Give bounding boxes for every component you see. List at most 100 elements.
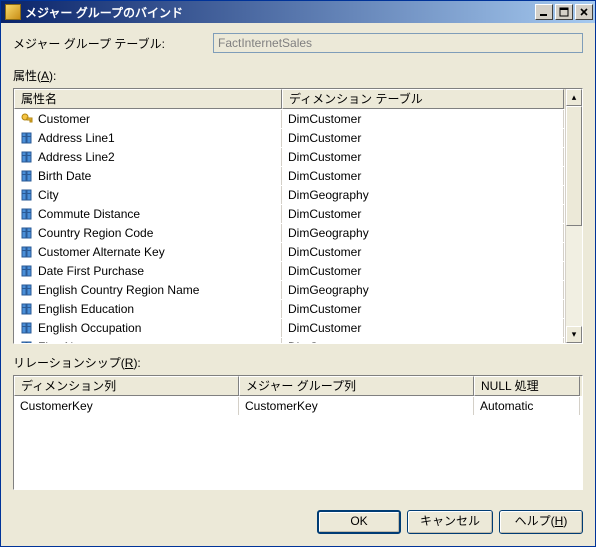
attribute-icon (20, 321, 34, 335)
attribute-icon (20, 283, 34, 297)
attribute-name-cell[interactable]: Address Line2 (14, 148, 282, 166)
attributes-grid-header: 属性名 ディメンション テーブル (14, 89, 582, 109)
minimize-button[interactable] (535, 4, 553, 20)
dimension-table-cell[interactable]: DimCustomer (282, 205, 564, 223)
table-row[interactable]: City DimGeography (14, 185, 582, 204)
attribute-name: Date First Purchase (38, 264, 144, 278)
table-row[interactable]: Address Line1 DimCustomer (14, 128, 582, 147)
app-icon (5, 4, 21, 20)
attribute-name: Birth Date (38, 169, 91, 183)
attribute-name: Address Line1 (38, 131, 115, 145)
attribute-name: Country Region Code (38, 226, 153, 240)
dimension-table-cell[interactable]: DimCustomer (282, 110, 564, 128)
table-row[interactable]: English Occupation DimCustomer (14, 318, 582, 337)
measure-group-column-cell[interactable]: CustomerKey (239, 397, 474, 415)
attribute-name-cell[interactable]: City (14, 186, 282, 204)
relationship-col-nullproc[interactable]: NULL 処理 (474, 376, 580, 396)
attribute-name-cell[interactable]: Customer Alternate Key (14, 243, 282, 261)
close-button[interactable] (575, 4, 593, 20)
attribute-name: English Country Region Name (38, 283, 199, 297)
attribute-name-cell[interactable]: English Occupation (14, 319, 282, 337)
relationship-grid-header: ディメンション列 メジャー グループ列 NULL 処理 (14, 376, 582, 396)
table-row[interactable]: English EducationDimCustomer (14, 299, 582, 318)
table-row[interactable]: Address Line2 DimCustomer (14, 147, 582, 166)
dimension-table-cell[interactable]: DimGeography (282, 186, 564, 204)
null-processing-cell[interactable]: Automatic (474, 397, 580, 415)
relationship-col-mgcol[interactable]: メジャー グループ列 (239, 376, 474, 396)
attribute-name-cell[interactable]: Date First Purchase (14, 262, 282, 280)
attribute-icon (20, 245, 34, 259)
attribute-icon (20, 264, 34, 278)
maximize-button[interactable] (555, 4, 573, 20)
measure-group-table-row: メジャー グループ テーブル: FactInternetSales (13, 33, 583, 53)
table-row[interactable]: Country Region Code DimGeography (14, 223, 582, 242)
dialog-button-row: OK キャンセル ヘルプ(H) (1, 500, 595, 546)
attributes-grid[interactable]: 属性名 ディメンション テーブル CustomerDimCustomerAddr… (13, 88, 583, 344)
attribute-name-cell[interactable]: Country Region Code (14, 224, 282, 242)
dimension-table-cell[interactable]: DimGeography (282, 281, 564, 299)
attribute-icon (20, 226, 34, 240)
attribute-icon (20, 150, 34, 164)
attribute-name-cell[interactable]: English Education (14, 300, 282, 318)
dimension-table-cell[interactable]: DimGeography (282, 224, 564, 242)
attributes-col-dimtable[interactable]: ディメンション テーブル (282, 89, 564, 109)
table-row[interactable]: Commute Distance DimCustomer (14, 204, 582, 223)
attribute-icon (20, 188, 34, 202)
key-attribute-icon (20, 112, 34, 126)
attribute-icon (20, 169, 34, 183)
attribute-icon (20, 302, 34, 316)
table-row[interactable]: Birth Date DimCustomer (14, 166, 582, 185)
attribute-icon (20, 340, 34, 344)
attribute-name: Commute Distance (38, 207, 140, 221)
help-button[interactable]: ヘルプ(H) (499, 510, 583, 534)
dimension-table-cell[interactable]: DimCustomer (282, 262, 564, 280)
dimension-table-cell[interactable]: DimCustomer (282, 338, 564, 344)
attribute-name: Address Line2 (38, 150, 115, 164)
relationship-grid-body[interactable]: CustomerKeyCustomerKeyAutomatic (14, 396, 582, 489)
table-row[interactable]: Customer DimCustomer (14, 109, 582, 128)
attribute-name: First Name (38, 340, 97, 344)
attribute-name-cell[interactable]: Commute Distance (14, 205, 282, 223)
table-row[interactable]: Customer Alternate Key DimCustomer (14, 242, 582, 261)
window-title: メジャー グループのバインド (25, 4, 535, 21)
attribute-name: Customer Alternate Key (38, 245, 165, 259)
dimension-table-cell[interactable]: DimCustomer (282, 129, 564, 147)
ok-button[interactable]: OK (317, 510, 401, 534)
table-row[interactable]: CustomerKeyCustomerKeyAutomatic (14, 396, 582, 415)
attribute-name: Customer (38, 112, 90, 126)
scroll-thumb[interactable] (566, 106, 582, 226)
dimension-table-cell[interactable]: DimCustomer (282, 300, 564, 318)
attribute-icon (20, 207, 34, 221)
measure-group-table-field: FactInternetSales (213, 33, 583, 53)
dimension-column-cell[interactable]: CustomerKey (14, 397, 239, 415)
scroll-down-button[interactable]: ▾ (566, 326, 582, 343)
attribute-name-cell[interactable]: Customer (14, 110, 282, 128)
attributes-section-label: 属性(A): (13, 67, 583, 84)
attribute-name: English Occupation (38, 321, 141, 335)
titlebar[interactable]: メジャー グループのバインド (1, 1, 595, 23)
attribute-name-cell[interactable]: First Name (14, 338, 282, 344)
dialog-window: メジャー グループのバインド メジャー グループ テーブル: FactInter… (0, 0, 596, 547)
vertical-scrollbar[interactable]: ▴ ▾ (565, 89, 582, 343)
dimension-table-cell[interactable]: DimCustomer (282, 319, 564, 337)
dimension-table-cell[interactable]: DimCustomer (282, 243, 564, 261)
table-row[interactable]: Date First Purchase DimCustomer (14, 261, 582, 280)
attribute-name-cell[interactable]: Address Line1 (14, 129, 282, 147)
table-row[interactable]: First Name DimCustomer (14, 337, 582, 343)
table-row[interactable]: English Country Region Name DimGeography (14, 280, 582, 299)
attribute-name: City (38, 188, 59, 202)
relationship-grid[interactable]: ディメンション列 メジャー グループ列 NULL 処理 CustomerKeyC… (13, 375, 583, 490)
dimension-table-cell[interactable]: DimCustomer (282, 148, 564, 166)
cancel-button[interactable]: キャンセル (407, 510, 493, 534)
measure-group-table-label: メジャー グループ テーブル: (13, 35, 213, 52)
attribute-name-cell[interactable]: Birth Date (14, 167, 282, 185)
attribute-icon (20, 131, 34, 145)
relationship-section-label: リレーションシップ(R): (13, 354, 583, 371)
attributes-grid-body[interactable]: Customer DimCustomer Address Line1 DimCusto… (14, 109, 582, 343)
scroll-up-button[interactable]: ▴ (566, 89, 582, 106)
attribute-name-cell[interactable]: English Country Region Name (14, 281, 282, 299)
dimension-table-cell[interactable]: DimCustomer (282, 167, 564, 185)
attributes-col-attrname[interactable]: 属性名 (14, 89, 282, 109)
relationship-col-dimcol[interactable]: ディメンション列 (14, 376, 239, 396)
scroll-track[interactable] (566, 106, 582, 326)
